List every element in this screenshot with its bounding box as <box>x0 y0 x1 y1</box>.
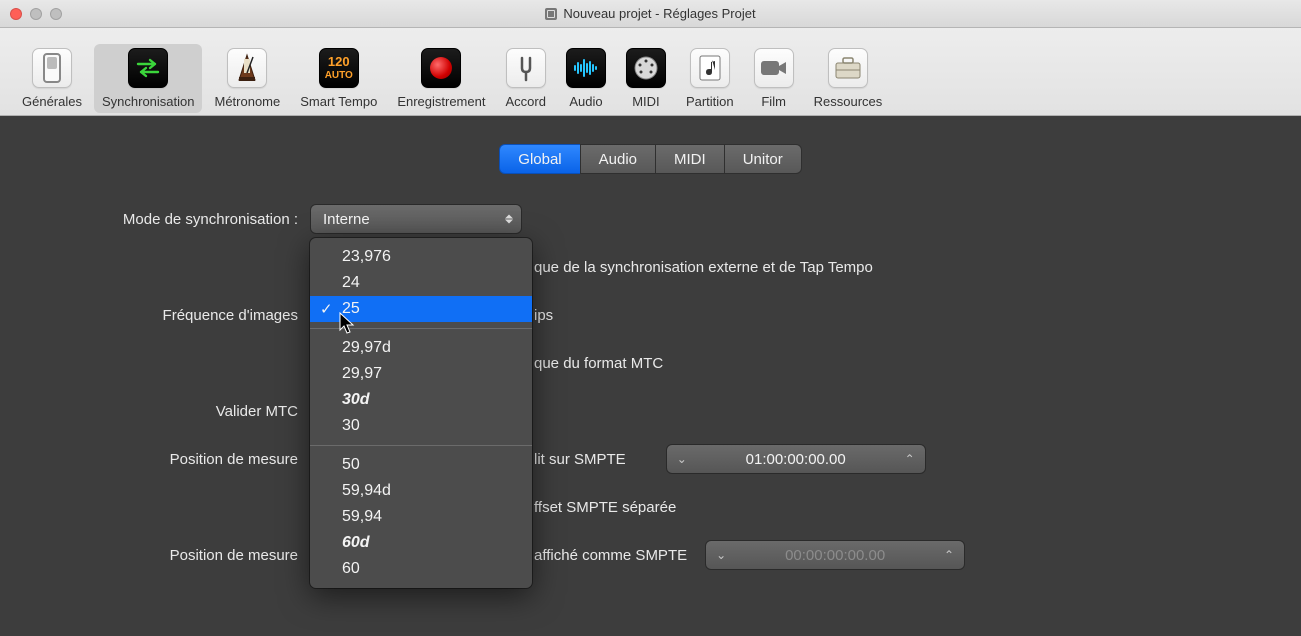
sync-mode-label: Mode de synchronisation : <box>60 211 310 228</box>
sync-tabs: Global Audio MIDI Unitor <box>0 144 1301 174</box>
tab-unitor[interactable]: Unitor <box>724 144 802 174</box>
tempo-number: 120 <box>325 55 353 69</box>
briefcase-icon <box>828 48 868 88</box>
sync-arrows-icon <box>128 48 168 88</box>
toolbar-item-sync[interactable]: Synchronisation <box>94 44 203 113</box>
frame-rate-menu[interactable]: 23,976242529,97d29,9730d305059,94d59,946… <box>310 238 532 588</box>
toolbar-item-audio[interactable]: Audio <box>558 44 614 113</box>
toolbar-label: Ressources <box>814 94 883 109</box>
chevron-down-icon: ⌄ <box>716 548 726 562</box>
menu-item[interactable]: 29,97d <box>310 335 532 361</box>
menu-separator <box>310 328 532 329</box>
titlebar: Nouveau projet - Réglages Projet <box>0 0 1301 28</box>
camera-icon <box>754 48 794 88</box>
toolbar-label: Générales <box>22 94 82 109</box>
row-validate-mtc: Valider MTC <box>60 394 1241 428</box>
tempo-auto: AUTO <box>325 70 353 81</box>
sync-mode-select[interactable]: Interne <box>310 204 522 234</box>
bar-position-text-2: affiché comme SMPTE <box>534 547 687 564</box>
row-ext-sync-text: que de la synchronisation externe et de … <box>60 250 1241 284</box>
menu-item[interactable]: 25 <box>310 296 532 322</box>
chevron-updown-icon <box>505 215 513 224</box>
toolbar-item-tuning[interactable]: Accord <box>497 44 553 113</box>
mtc-format-text: que du format MTC <box>534 355 663 372</box>
toolbar-label: MIDI <box>632 94 659 109</box>
frame-rate-label: Fréquence d'images <box>60 307 310 324</box>
row-smpte-offset-text: ffset SMPTE séparée <box>60 490 1241 524</box>
bar-position-label-2: Position de mesure <box>60 547 310 564</box>
window-title-text: Nouveau projet - Réglages Projet <box>563 6 755 21</box>
score-icon <box>690 48 730 88</box>
content-area: Global Audio MIDI Unitor Mode de synchro… <box>0 116 1301 636</box>
toolbar-item-assets[interactable]: Ressources <box>806 44 891 113</box>
menu-item[interactable]: 60 <box>310 556 532 582</box>
frame-rate-unit: ips <box>534 307 553 324</box>
row-mtc-format-text: que du format MTC <box>60 346 1241 380</box>
metronome-icon <box>227 48 267 88</box>
toolbar-label: Accord <box>505 94 545 109</box>
smpte-field-2[interactable]: ⌄ 00:00:00:00.00 ⌃ <box>705 540 965 570</box>
menu-item[interactable]: 59,94d <box>310 478 532 504</box>
menu-item[interactable]: 60d <box>310 530 532 556</box>
menu-item[interactable]: 29,97 <box>310 361 532 387</box>
toolbar-item-metronome[interactable]: Métronome <box>206 44 288 113</box>
app-icon <box>545 8 557 20</box>
row-bar-position-1: Position de mesure lit sur SMPTE ⌄ 01:00… <box>60 442 1241 476</box>
toolbar-label: Film <box>761 94 786 109</box>
menu-item[interactable]: 24 <box>310 270 532 296</box>
menu-item[interactable]: 23,976 <box>310 244 532 270</box>
waveform-icon <box>566 48 606 88</box>
toolbar-label: Métronome <box>214 94 280 109</box>
smpte-value-2: 00:00:00:00.00 <box>785 547 885 564</box>
smpte-field-1[interactable]: ⌄ 01:00:00:00.00 ⌃ <box>666 444 926 474</box>
chevron-down-icon: ⌄ <box>677 452 687 466</box>
window-title: Nouveau projet - Réglages Projet <box>0 6 1301 21</box>
chevron-up-icon: ⌃ <box>905 452 915 466</box>
toolbar: Générales Synchronisation Métronome 120 … <box>0 28 1301 116</box>
menu-item[interactable]: 30 <box>310 413 532 439</box>
toolbar-item-general[interactable]: Générales <box>14 44 90 113</box>
validate-mtc-label: Valider MTC <box>60 403 310 420</box>
tuning-fork-icon <box>506 48 546 88</box>
toolbar-item-film[interactable]: Film <box>746 44 802 113</box>
ext-sync-text: que de la synchronisation externe et de … <box>534 259 873 276</box>
menu-separator <box>310 445 532 446</box>
toolbar-label: Synchronisation <box>102 94 195 109</box>
bar-position-text: lit sur SMPTE <box>534 451 626 468</box>
tab-midi[interactable]: MIDI <box>655 144 724 174</box>
smpte-offset-text: ffset SMPTE séparée <box>534 499 676 516</box>
toolbar-label: Enregistrement <box>397 94 485 109</box>
tab-global[interactable]: Global <box>499 144 579 174</box>
smpte-value-1: 01:00:00:00.00 <box>746 451 846 468</box>
toolbar-label: Audio <box>569 94 602 109</box>
toolbar-label: Partition <box>686 94 734 109</box>
row-bar-position-2: Position de mesure affiché comme SMPTE ⌄… <box>60 538 1241 572</box>
toolbar-item-record[interactable]: Enregistrement <box>389 44 493 113</box>
light-switch-icon <box>32 48 72 88</box>
row-sync-mode: Mode de synchronisation : Interne <box>60 202 1241 236</box>
sync-mode-value: Interne <box>323 211 370 228</box>
tab-audio[interactable]: Audio <box>580 144 655 174</box>
menu-item[interactable]: 59,94 <box>310 504 532 530</box>
toolbar-item-score[interactable]: Partition <box>678 44 742 113</box>
row-frame-rate: Fréquence d'images ips <box>60 298 1241 332</box>
menu-item[interactable]: 50 <box>310 452 532 478</box>
toolbar-item-midi[interactable]: MIDI <box>618 44 674 113</box>
midi-port-icon <box>626 48 666 88</box>
menu-item[interactable]: 30d <box>310 387 532 413</box>
toolbar-item-smart-tempo[interactable]: 120 AUTO Smart Tempo <box>292 44 385 113</box>
toolbar-label: Smart Tempo <box>300 94 377 109</box>
bar-position-label: Position de mesure <box>60 451 310 468</box>
smart-tempo-icon: 120 AUTO <box>319 48 359 88</box>
chevron-up-icon: ⌃ <box>944 548 954 562</box>
record-icon <box>421 48 461 88</box>
